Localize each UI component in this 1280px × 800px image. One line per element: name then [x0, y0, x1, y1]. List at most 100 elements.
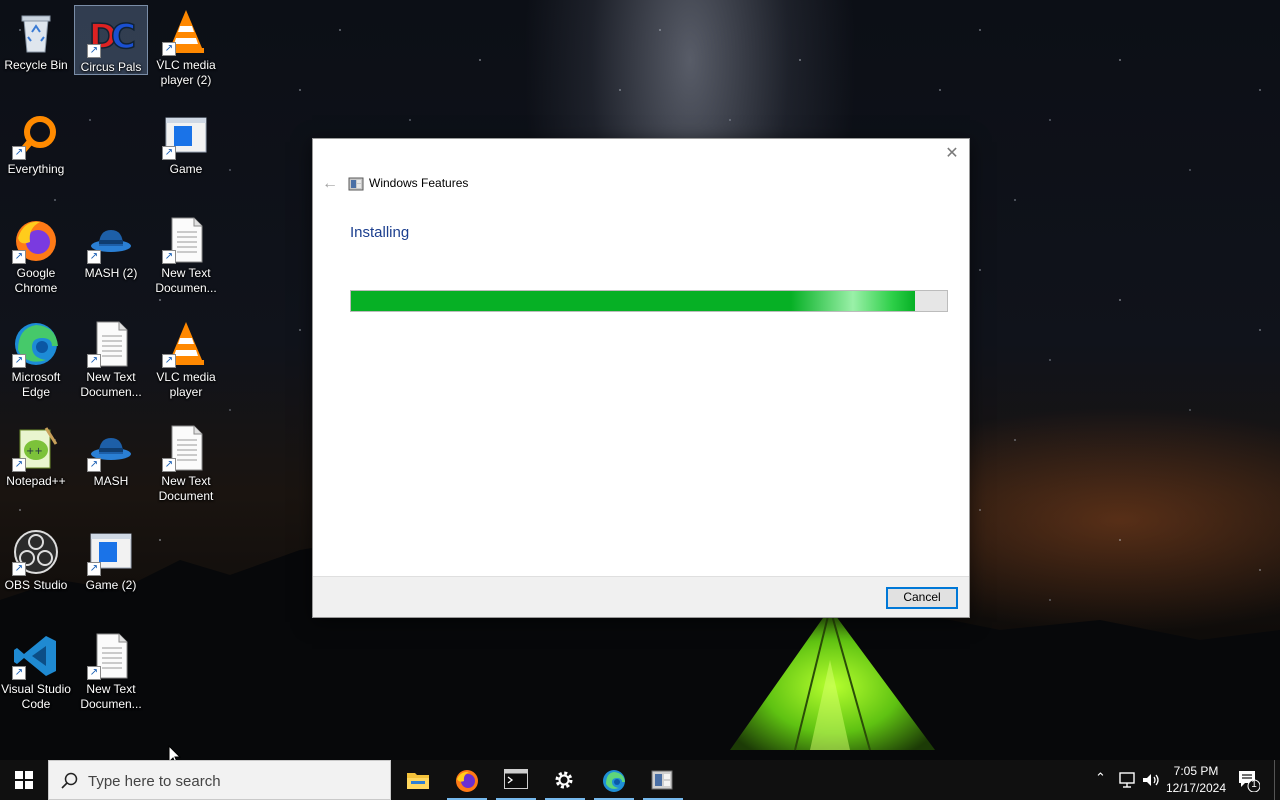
desktop-icon[interactable]: ↗ Everything [0, 108, 72, 204]
shortcut-arrow-icon: ↗ [12, 354, 26, 368]
dialog-footer: Cancel [313, 576, 969, 617]
desktop-icon-label: Google Chrome [14, 266, 58, 295]
clock-date: 12/17/2024 [1165, 781, 1227, 795]
windows-features-icon [348, 177, 364, 191]
desktop-icon-label: MASH [93, 474, 129, 488]
shortcut-arrow-icon: ↗ [162, 250, 176, 264]
desktop-icon[interactable]: Recycle Bin [0, 4, 72, 100]
shortcut-arrow-icon: ↗ [12, 562, 26, 576]
installing-heading: Installing [350, 224, 410, 241]
text-document-icon: ↗ [87, 632, 135, 680]
shortcut-arrow-icon: ↗ [87, 354, 101, 368]
notepad-plus-plus-icon: ++ ↗ [12, 424, 60, 472]
shortcut-arrow-icon: ↗ [12, 146, 26, 160]
shortcut-arrow-icon: ↗ [162, 458, 176, 472]
action-center-button[interactable]: 1 [1236, 768, 1261, 793]
windows-features-icon [651, 770, 673, 790]
search-placeholder: Type here to search [88, 773, 221, 790]
obs-icon: ↗ [12, 528, 60, 576]
clock-time: 7:05 PM [1173, 764, 1219, 778]
desktop-icon[interactable]: ↗ Microsoft Edge [0, 316, 72, 412]
edge-icon: ↗ [12, 320, 60, 368]
desktop-icon[interactable]: ↗ MASH [75, 420, 147, 516]
dialog-title: Windows Features [369, 176, 469, 190]
shortcut-arrow-icon: ↗ [87, 250, 101, 264]
desktop-icon[interactable]: ↗ New Text Documen... [75, 316, 147, 412]
edge-icon [603, 770, 625, 792]
shortcut-arrow-icon: ↗ [12, 458, 26, 472]
close-button[interactable]: ✕ [941, 143, 963, 165]
circus-pals-icon: D C ↗ [87, 10, 137, 58]
settings-gear-icon [555, 771, 573, 789]
taskbar-clock[interactable]: 7:05 PM 12/17/2024 [1162, 763, 1230, 797]
game-window-icon: ↗ [162, 112, 210, 160]
terminal-icon [504, 769, 528, 789]
desktop-icon[interactable]: ↗ New Text Documen... [75, 628, 147, 724]
desktop-icon[interactable]: ++ ↗ Notepad++ [0, 420, 72, 516]
shortcut-arrow-icon: ↗ [162, 42, 176, 56]
taskbar-settings[interactable] [541, 760, 589, 800]
desktop-icon-label: Visual Studio Code [1, 682, 71, 711]
shortcut-arrow-icon: ↗ [87, 562, 101, 576]
desktop-icon[interactable]: ↗ New Text Documen... [150, 212, 222, 308]
desktop-icon-label: Notepad++ [6, 474, 66, 488]
taskbar-windows-features[interactable] [639, 760, 687, 800]
desktop-icon[interactable]: ↗ MASH (2) [75, 212, 147, 308]
text-document-icon: ↗ [162, 424, 210, 472]
desktop-icon[interactable]: ↗ Visual Studio Code [0, 628, 72, 724]
desktop-icon[interactable]: ↗ New Text Document [150, 420, 222, 516]
file-explorer-icon [407, 773, 429, 789]
vlc-icon: ↗ [162, 8, 210, 56]
shortcut-arrow-icon: ↗ [87, 458, 101, 472]
glowing-tent [730, 607, 935, 751]
desktop-icon-label: VLC media player [156, 370, 216, 399]
desktop-icon[interactable]: ↗ Game (2) [75, 524, 147, 620]
firefox-icon: ↗ [12, 216, 60, 264]
network-icon[interactable] [1117, 770, 1137, 790]
taskbar-search-box[interactable]: Type here to search [48, 760, 391, 800]
shortcut-arrow-icon: ↗ [162, 354, 176, 368]
shortcut-arrow-icon: ↗ [87, 666, 101, 680]
svg-text:++: ++ [26, 446, 43, 457]
desktop-icon[interactable]: D C ↗ Circus Pals [74, 5, 148, 75]
show-desktop-button[interactable] [1274, 760, 1280, 800]
desktop-icon-label: OBS Studio [4, 578, 68, 592]
back-arrow-icon[interactable]: ← [319, 173, 341, 195]
taskbar-edge[interactable] [590, 760, 638, 800]
firefox-icon [456, 770, 478, 792]
cancel-button[interactable]: Cancel [886, 587, 958, 609]
desktop-icon[interactable]: ↗ Google Chrome [0, 212, 72, 308]
desktop-icon-label: New Text Documen... [80, 370, 142, 399]
desktop-icon-label: Circus Pals [80, 60, 142, 74]
windows-features-dialog: ✕ ← Windows Features Installing Cancel [312, 138, 970, 618]
search-icon [61, 772, 78, 789]
tray-show-hidden-icon[interactable]: ⌃ [1095, 770, 1111, 790]
start-button[interactable] [0, 760, 48, 800]
mash-hat-icon: ↗ [87, 424, 135, 472]
windows-logo-icon [15, 771, 33, 789]
text-document-icon: ↗ [87, 320, 135, 368]
shortcut-arrow-icon: ↗ [87, 44, 101, 58]
desktop-icon[interactable]: ↗ OBS Studio [0, 524, 72, 620]
desktop-icon-label: New Text Documen... [80, 682, 142, 711]
svg-text:C: C [111, 17, 135, 57]
desktop-icon-label: Everything [7, 162, 65, 176]
desktop-icon[interactable]: ↗ VLC media player (2) [150, 4, 222, 100]
desktop-icon[interactable]: ↗ VLC media player [150, 316, 222, 412]
progress-fill [351, 291, 916, 311]
desktop-icon-label: Game [169, 162, 203, 176]
desktop-icon-label: VLC media player (2) [156, 58, 216, 87]
volume-icon[interactable] [1141, 770, 1161, 790]
desktop-icon-label: Game (2) [85, 578, 137, 592]
desktop-icon-label: Recycle Bin [4, 58, 68, 72]
taskbar-terminal[interactable] [492, 760, 540, 800]
desktop-icon-label: Microsoft Edge [11, 370, 61, 399]
shortcut-arrow-icon: ↗ [12, 666, 26, 680]
taskbar-file-explorer[interactable] [394, 760, 442, 800]
desktop-icon-label: MASH (2) [84, 266, 138, 280]
shortcut-arrow-icon: ↗ [12, 250, 26, 264]
taskbar-firefox[interactable] [443, 760, 491, 800]
recycle-bin-icon [12, 8, 60, 56]
mash-hat-icon: ↗ [87, 216, 135, 264]
desktop-icon[interactable]: ↗ Game [150, 108, 222, 204]
